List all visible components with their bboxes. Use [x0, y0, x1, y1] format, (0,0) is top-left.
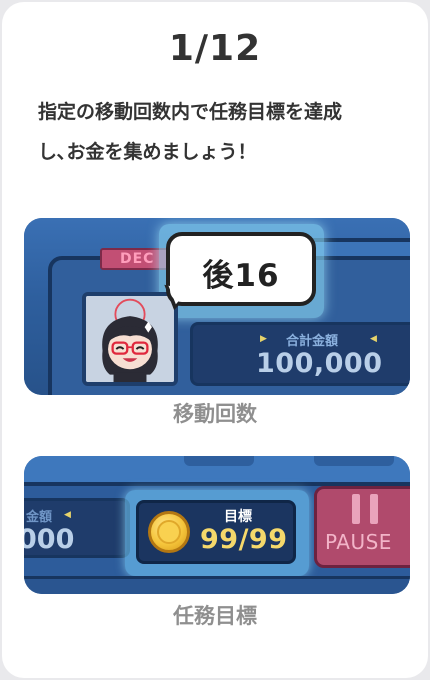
- goal-value: 99/99: [200, 524, 288, 555]
- total-amount-value: 100,000: [256, 348, 383, 379]
- pause-button: [314, 486, 410, 568]
- hud-tab: [314, 456, 394, 466]
- description-line-1: 指定の移動回数内で任務目標を達成: [38, 101, 343, 123]
- description-line-2: し､お金を集めましょう！: [38, 141, 257, 163]
- coin-icon-inner: [157, 520, 181, 544]
- remaining-moves: 後16: [202, 258, 280, 294]
- goal-illustration: 金額 ◀ 000 目標 99/99 PAUSE: [24, 456, 410, 594]
- tutorial-description: 指定の移動回数内で任務目標を達成 し､お金を集めましょう！: [38, 92, 398, 172]
- arrow-right-icon: ▶: [260, 334, 267, 344]
- arrow-left-icon: ◀: [370, 334, 377, 344]
- hud-bottom-strip: [24, 576, 410, 594]
- arrow-left-icon: ◀: [64, 510, 71, 520]
- hud-tab: [184, 456, 254, 466]
- page-indicator: 1/12: [168, 28, 262, 69]
- goal-label: 目標: [224, 509, 252, 525]
- pause-label: PAUSE: [325, 530, 392, 554]
- moves-caption: 移動回数: [173, 402, 257, 426]
- speech-bubble: 後16: [166, 232, 316, 306]
- avatar-character: [86, 296, 174, 382]
- amount-value: 000: [24, 524, 75, 555]
- amount-label: 金額: [26, 510, 53, 525]
- goal-caption: 任務目標: [173, 604, 257, 628]
- moves-illustration: DEC ▶ 合計金額 ◀ 100,000 後16: [24, 218, 410, 395]
- total-amount-label: 合計金額: [286, 334, 339, 349]
- tutorial-card: 1/12 指定の移動回数内で任務目標を達成 し､お金を集めましょう！ DEC ▶…: [2, 2, 428, 678]
